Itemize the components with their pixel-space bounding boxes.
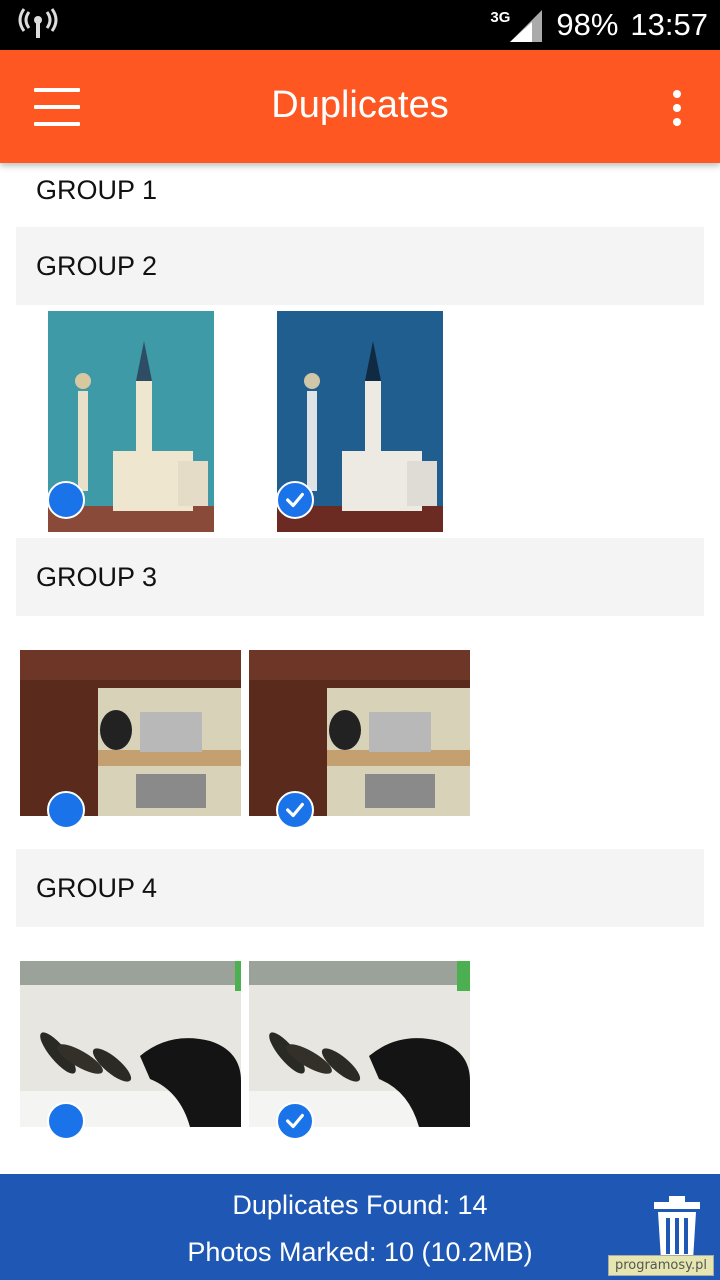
app-bar: Duplicates	[0, 50, 720, 163]
group-header-2: GROUP 2	[16, 227, 704, 305]
more-vert-icon[interactable]	[662, 86, 692, 130]
summary-bar: Duplicates Found: 14 Photos Marked: 10 (…	[0, 1174, 720, 1280]
unselected-radio-icon[interactable]	[47, 791, 85, 829]
photo-thumbnail[interactable]	[20, 961, 241, 1127]
duplicates-found-text: Duplicates Found: 14	[232, 1190, 488, 1220]
watermark: programosy.pl	[607, 1255, 714, 1276]
page-title: Duplicates	[271, 84, 449, 126]
unselected-radio-icon[interactable]	[47, 1102, 85, 1140]
photo-thumbnail[interactable]	[249, 650, 470, 816]
cat-cupboard-photo-icon	[249, 650, 470, 816]
photo-thumbnail[interactable]	[249, 961, 470, 1127]
group-header-1: GROUP 1	[36, 175, 158, 205]
status-bar: 3G 98% 13:57	[0, 0, 720, 50]
trash-icon[interactable]	[652, 1196, 702, 1260]
checkmark-icon[interactable]	[276, 791, 314, 829]
clock: 13:57	[630, 7, 708, 42]
checkmark-icon[interactable]	[276, 481, 314, 519]
battery-level: 98%	[556, 7, 619, 42]
group-header-3: GROUP 3	[16, 538, 704, 616]
group-header-4: GROUP 4	[16, 849, 704, 927]
cell-signal-icon: 3G	[490, 8, 544, 42]
photo-thumbnail[interactable]	[20, 650, 241, 816]
cat-fish-photo-icon	[20, 961, 241, 1127]
cat-cupboard-photo-icon	[20, 650, 241, 816]
unselected-radio-icon[interactable]	[47, 481, 85, 519]
wireless-icon	[18, 8, 58, 42]
duplicates-list[interactable]: GROUP 1 GROUP 2 GROUP 3 GROUP 4	[0, 163, 720, 1174]
checkmark-icon[interactable]	[276, 1102, 314, 1140]
cat-fish-photo-icon	[249, 961, 470, 1127]
